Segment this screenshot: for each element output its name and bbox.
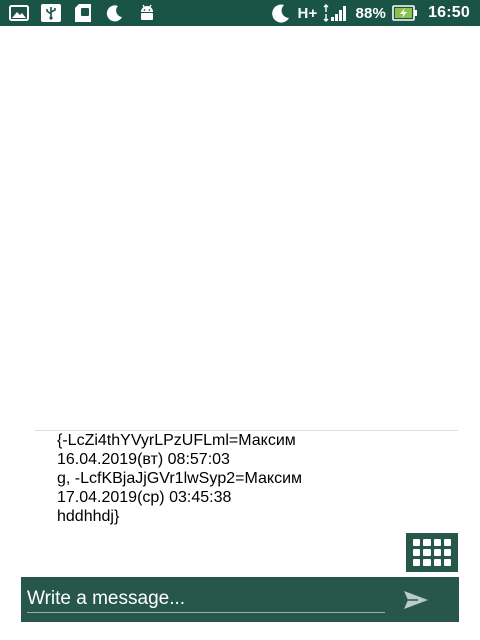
message-line: hddhhdj}: [57, 508, 120, 525]
keyboard-grid-icon[interactable]: [406, 533, 458, 572]
message-text: {-LcZi4thYVyrLPzUFLml=Максим 16.04.2019(…: [57, 431, 457, 526]
network-type: H+: [297, 4, 318, 22]
sd-card-icon: [72, 3, 94, 23]
android-icon: [136, 3, 158, 23]
usb-icon: [40, 3, 62, 23]
message-composer: [21, 577, 459, 622]
battery-charging-icon: [392, 5, 418, 21]
signal-icon: [323, 4, 349, 22]
send-icon[interactable]: [399, 587, 433, 613]
image-icon: [8, 3, 30, 23]
message-line: {-LcZi4thYVyrLPzUFLml=Максим: [57, 432, 296, 449]
moon-icon: [271, 3, 291, 23]
message-line: 17.04.2019(ср) 03:45:38: [57, 489, 232, 506]
message-input[interactable]: [27, 585, 385, 613]
status-bar: H+ 88% 16:50: [0, 0, 480, 26]
clock: 16:50: [428, 4, 470, 21]
notification-icons: [8, 3, 168, 23]
moon-icon: [104, 3, 126, 23]
battery-percent: 88%: [355, 4, 387, 22]
message-line: g, -LcfKBjaJjGVr1lwSyp2=Максим: [57, 470, 303, 487]
message-line: 16.04.2019(вт) 08:57:03: [57, 451, 230, 468]
system-status: H+ 88% 16:50: [265, 3, 470, 23]
